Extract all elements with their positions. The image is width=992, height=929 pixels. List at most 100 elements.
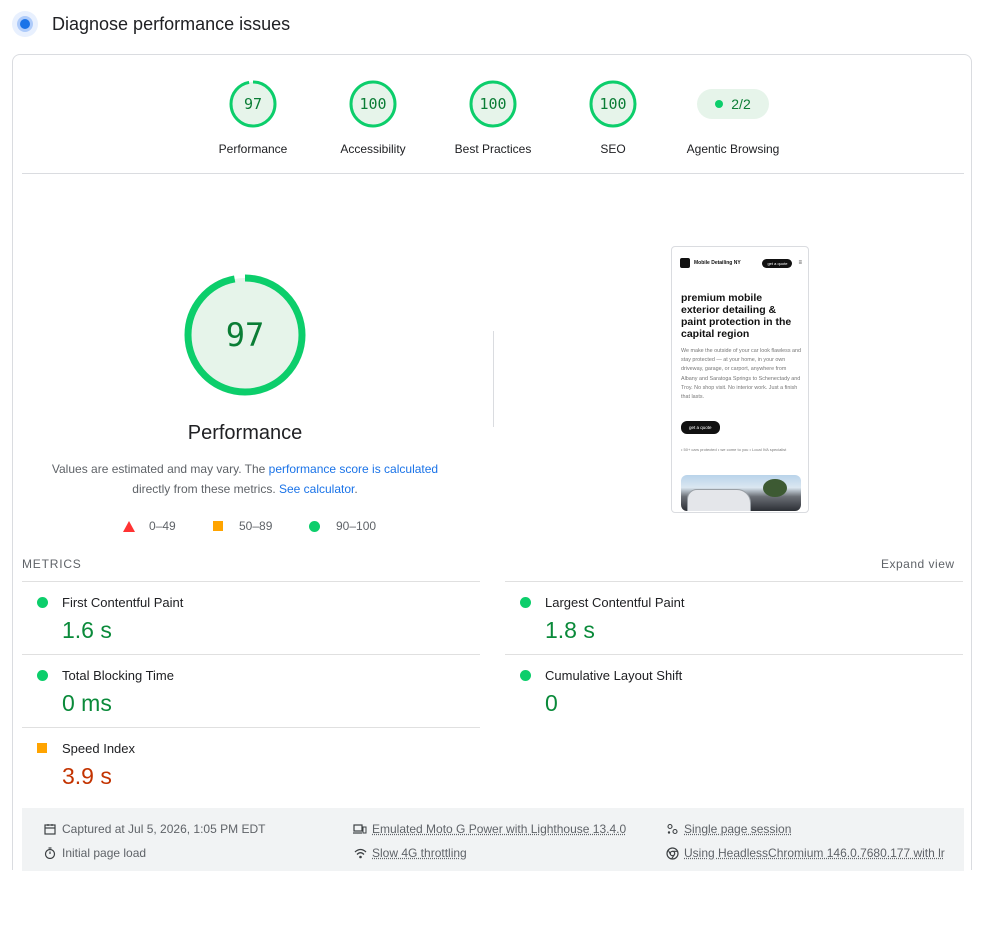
wifi-icon: [353, 846, 367, 860]
gauge-best-practices[interactable]: 100 Best Practices: [433, 80, 553, 156]
throttling-item[interactable]: Slow 4G throttling: [353, 846, 467, 860]
gauge-label: Performance: [218, 142, 288, 156]
browser-item[interactable]: Using HeadlessChromium 146.0.7680.177 wi…: [665, 846, 945, 860]
metric-value: 0: [545, 690, 558, 716]
captured-item: Captured at Jul 5, 2026, 1:05 PM EDT: [43, 822, 265, 836]
gauge-seo[interactable]: 100 SEO: [553, 80, 673, 156]
metric-divider: [505, 654, 963, 655]
car-shape: [687, 489, 751, 511]
load-item: Initial page load: [43, 846, 146, 860]
legend-pass: 90–100: [309, 519, 376, 533]
brand-logo-icon: [680, 258, 690, 268]
gauge-label: Accessibility: [340, 142, 406, 156]
metric-name: Total Blocking Time: [62, 668, 174, 683]
final-screenshot[interactable]: Mobile Detailing NY get a quote ≡ premiu…: [671, 246, 809, 513]
metric-tbt: Total Blocking Time 0 ms: [22, 654, 480, 726]
desc-text: directly from these metrics.: [132, 482, 279, 496]
pass-circle-icon: [309, 520, 320, 532]
gauge-agentic-browsing[interactable]: 2/2 Agentic Browsing: [673, 80, 793, 156]
menu-icon: ≡: [798, 260, 802, 266]
metric-speed-index: Speed Index 3.9 s: [22, 727, 480, 799]
average-square-icon: [37, 743, 47, 753]
screenshot-chips: • 50+ cars protected • we come to you • …: [681, 447, 787, 452]
metric-value: 1.6 s: [62, 617, 112, 643]
performance-title: Performance: [187, 422, 303, 444]
gauge-score: 100: [479, 95, 507, 113]
people-icon: [665, 822, 679, 836]
device-item[interactable]: Emulated Moto G Power with Lighthouse 13…: [353, 822, 626, 836]
gauge-score: 97: [243, 95, 263, 113]
screenshot-headline: premium mobile exterior detailing & pain…: [681, 292, 792, 340]
runtime-settings: Captured at Jul 5, 2026, 1:05 PM EDT Ini…: [22, 808, 964, 871]
legend-label: 50–89: [239, 519, 273, 533]
screenshot-body: We make the outside of your car look fla…: [681, 348, 802, 401]
agentic-badge: 2/2: [697, 89, 769, 119]
average-square-icon: [213, 521, 223, 531]
gauge-performance[interactable]: 97 Performance: [193, 80, 313, 156]
desc-text: .: [354, 482, 358, 496]
see-calculator-link[interactable]: See calculator: [279, 482, 354, 496]
report-card: 97 Performance 100 Accessibility 100 Bes…: [12, 54, 972, 871]
captured-text: Captured at Jul 5, 2026, 1:05 PM EDT: [62, 822, 266, 836]
expand-view-button[interactable]: Expand view: [881, 557, 955, 571]
metric-divider: [505, 581, 963, 582]
screenshot-navbar: Mobile Detailing NY get a quote ≡: [680, 257, 802, 269]
fail-triangle-icon: [123, 520, 135, 532]
browser-text: Using HeadlessChromium 146.0.7680.177 wi…: [684, 846, 945, 860]
screenshot-button: get a quote: [681, 421, 720, 434]
metric-value: 1.8 s: [545, 617, 595, 643]
gauge-accessibility[interactable]: 100 Accessibility: [313, 80, 433, 156]
metric-divider: [22, 581, 480, 582]
gauge-label: SEO: [600, 142, 626, 156]
gauge-score: 100: [599, 95, 627, 113]
metric-cls: Cumulative Layout Shift 0: [505, 654, 963, 726]
gauge-ring: 100: [589, 80, 637, 128]
device-text: Emulated Moto G Power with Lighthouse 13…: [372, 822, 627, 836]
metric-value: 3.9 s: [62, 763, 112, 789]
performance-score: 97: [225, 316, 265, 354]
pass-circle-icon: [520, 670, 531, 681]
calendar-icon: [43, 822, 57, 836]
session-text: Single page session: [684, 822, 792, 836]
metric-divider: [22, 654, 480, 655]
car-image: [681, 475, 801, 511]
legend-label: 90–100: [336, 519, 377, 533]
legend-average: 50–89: [213, 519, 272, 533]
score-calculated-link[interactable]: performance score is calculated: [269, 462, 438, 476]
metric-name: Speed Index: [62, 741, 136, 756]
metric-divider: [22, 727, 480, 728]
gauge-ring: 97: [229, 80, 277, 128]
gauge-label: Best Practices: [454, 142, 532, 156]
metric-name: Cumulative Layout Shift: [545, 668, 683, 683]
load-text: Initial page load: [62, 846, 147, 860]
page-header: Diagnose performance issues: [12, 10, 290, 38]
metric-lcp: Largest Contentful Paint 1.8 s: [505, 581, 963, 653]
gauge-ring: 100: [469, 80, 517, 128]
vertical-divider: [493, 331, 494, 427]
metric-name: First Contentful Paint: [62, 595, 184, 610]
pass-circle-icon: [37, 597, 48, 608]
brand-name: Mobile Detailing NY: [694, 260, 741, 266]
session-item[interactable]: Single page session: [665, 822, 791, 836]
legend-label: 0–49: [149, 519, 176, 533]
metrics-heading: METRICS: [22, 557, 82, 571]
divider: [22, 173, 964, 174]
pass-circle-icon: [37, 670, 48, 681]
metric-fcp: First Contentful Paint 1.6 s: [22, 581, 480, 653]
pass-dot-icon: [715, 100, 724, 108]
gauge-ring: 100: [349, 80, 397, 128]
lighthouse-icon: [12, 11, 38, 37]
performance-description: Values are estimated and may vary. The p…: [45, 459, 445, 499]
chrome-icon: [665, 846, 679, 860]
pass-circle-icon: [520, 597, 531, 608]
devices-icon: [353, 822, 367, 836]
desc-text: Values are estimated and may vary. The: [51, 462, 269, 476]
gauge-score: 100: [359, 95, 387, 113]
tree-shape: [763, 479, 787, 497]
metric-name: Largest Contentful Paint: [545, 595, 685, 610]
legend-fail: 0–49: [123, 519, 176, 533]
page-title: Diagnose performance issues: [52, 13, 291, 34]
performance-gauge: 97: [183, 273, 307, 397]
timer-icon: [43, 846, 57, 860]
nav-cta: get a quote: [762, 258, 793, 268]
